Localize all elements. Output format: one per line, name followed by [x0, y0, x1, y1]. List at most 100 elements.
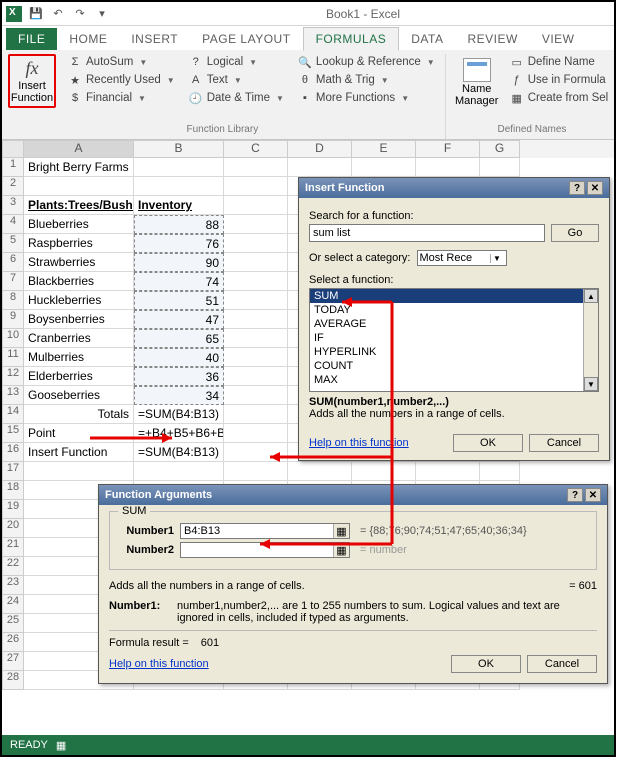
cell[interactable]	[416, 158, 480, 177]
cell[interactable]: Insert Function	[24, 443, 134, 462]
row-header[interactable]: 10	[2, 329, 24, 348]
cell[interactable]: 65	[134, 329, 224, 348]
tab-review[interactable]: REVIEW	[455, 28, 529, 50]
tab-home[interactable]: HOME	[57, 28, 119, 50]
row-header[interactable]: 1	[2, 158, 24, 177]
cell[interactable]	[134, 177, 224, 196]
more-functions-button[interactable]: ▪More Functions▼	[296, 90, 437, 106]
cell[interactable]	[224, 196, 288, 215]
cell[interactable]	[224, 291, 288, 310]
name-manager-button[interactable]: Name Manager	[454, 54, 500, 107]
cell[interactable]	[224, 234, 288, 253]
col-header-g[interactable]: G	[480, 140, 520, 158]
cell[interactable]: 74	[134, 272, 224, 291]
category-dropdown[interactable]: Most Rece▼	[417, 250, 507, 266]
help-link[interactable]: Help on this function	[309, 437, 409, 449]
redo-icon[interactable]: ↷	[72, 6, 88, 22]
cell[interactable]: 34	[134, 386, 224, 405]
cancel-button[interactable]: Cancel	[527, 655, 597, 673]
row-header[interactable]: 6	[2, 253, 24, 272]
scrollbar[interactable]: ▲▼	[583, 289, 598, 391]
close-icon[interactable]: ✕	[585, 488, 601, 502]
cell[interactable]	[224, 215, 288, 234]
function-item[interactable]: MAX	[310, 373, 598, 387]
cell[interactable]: 76	[134, 234, 224, 253]
row-header[interactable]: 14	[2, 405, 24, 424]
tab-data[interactable]: DATA	[399, 28, 455, 50]
cell[interactable]	[288, 462, 352, 481]
range-picker-icon[interactable]: ▦	[333, 524, 349, 538]
cell[interactable]	[224, 367, 288, 386]
autosum-button[interactable]: ΣAutoSum▼	[66, 54, 177, 70]
cell[interactable]	[134, 462, 224, 481]
function-item[interactable]: TODAY	[310, 303, 598, 317]
row-header[interactable]: 24	[2, 595, 24, 614]
row-header[interactable]: 7	[2, 272, 24, 291]
undo-icon[interactable]: ↶	[50, 6, 66, 22]
cell[interactable]: Elderberries	[24, 367, 134, 386]
use-in-formula-button[interactable]: ƒUse in Formula	[508, 72, 611, 88]
range-picker-icon[interactable]: ▦	[333, 543, 349, 557]
cell[interactable]: Huckleberries	[24, 291, 134, 310]
cell[interactable]: 36	[134, 367, 224, 386]
help-icon[interactable]: ?	[569, 181, 585, 195]
cell[interactable]: Plants:Trees/Bushes	[24, 196, 134, 215]
cell[interactable]: Boysenberries	[24, 310, 134, 329]
row-header[interactable]: 11	[2, 348, 24, 367]
tab-formulas[interactable]: FORMULAS	[303, 27, 400, 51]
define-name-button[interactable]: ▭Define Name	[508, 54, 611, 70]
cell[interactable]: Totals	[24, 405, 134, 424]
row-header[interactable]: 3	[2, 196, 24, 215]
create-from-selection-button[interactable]: ▦Create from Sel	[508, 90, 611, 106]
tab-page-layout[interactable]: PAGE LAYOUT	[190, 28, 302, 50]
row-header[interactable]: 26	[2, 633, 24, 652]
cell[interactable]: Gooseberries	[24, 386, 134, 405]
row-header[interactable]: 17	[2, 462, 24, 481]
save-icon[interactable]: 💾	[28, 6, 44, 22]
cell[interactable]: =SUM(B4:B13)	[134, 443, 224, 462]
ok-button[interactable]: OK	[453, 434, 523, 452]
row-header[interactable]: 5	[2, 234, 24, 253]
row-header[interactable]: 22	[2, 557, 24, 576]
col-header-c[interactable]: C	[224, 140, 288, 158]
cell[interactable]: =+B4+B5+B6+B7	[134, 424, 224, 443]
cell[interactable]	[416, 462, 480, 481]
text-button[interactable]: AText▼	[187, 72, 286, 88]
cell[interactable]	[480, 158, 520, 177]
cell[interactable]	[224, 424, 288, 443]
col-header-d[interactable]: D	[288, 140, 352, 158]
cell[interactable]: Strawberries	[24, 253, 134, 272]
row-header[interactable]: 18	[2, 481, 24, 500]
tab-insert[interactable]: INSERT	[119, 28, 190, 50]
math-trig-button[interactable]: θMath & Trig▼	[296, 72, 437, 88]
cell[interactable]	[134, 158, 224, 177]
cell[interactable]	[480, 462, 520, 481]
cell[interactable]: Blackberries	[24, 272, 134, 291]
cell[interactable]	[224, 158, 288, 177]
lookup-reference-button[interactable]: 🔍Lookup & Reference▼	[296, 54, 437, 70]
recently-used-button[interactable]: ★Recently Used▼	[66, 72, 177, 88]
tab-view[interactable]: VIEW	[530, 28, 587, 50]
tab-file[interactable]: FILE	[6, 28, 57, 50]
macro-record-icon[interactable]: ▦	[56, 739, 66, 752]
cell[interactable]	[288, 158, 352, 177]
cell[interactable]	[352, 158, 416, 177]
cell[interactable]	[224, 443, 288, 462]
cell[interactable]: Mulberries	[24, 348, 134, 367]
function-item[interactable]: COUNT	[310, 359, 598, 373]
select-all-corner[interactable]	[2, 140, 24, 158]
cell[interactable]: Cranberries	[24, 329, 134, 348]
cell[interactable]	[224, 329, 288, 348]
cell[interactable]: 88	[134, 215, 224, 234]
row-header[interactable]: 13	[2, 386, 24, 405]
row-header[interactable]: 12	[2, 367, 24, 386]
close-icon[interactable]: ✕	[587, 181, 603, 195]
date-time-button[interactable]: 🕘Date & Time▼	[187, 90, 286, 106]
cell[interactable]: 40	[134, 348, 224, 367]
row-header[interactable]: 19	[2, 500, 24, 519]
financial-button[interactable]: $Financial▼	[66, 90, 177, 106]
go-button[interactable]: Go	[551, 224, 599, 242]
function-item[interactable]: AVERAGE	[310, 317, 598, 331]
cell[interactable]	[224, 177, 288, 196]
cell[interactable]: 90	[134, 253, 224, 272]
